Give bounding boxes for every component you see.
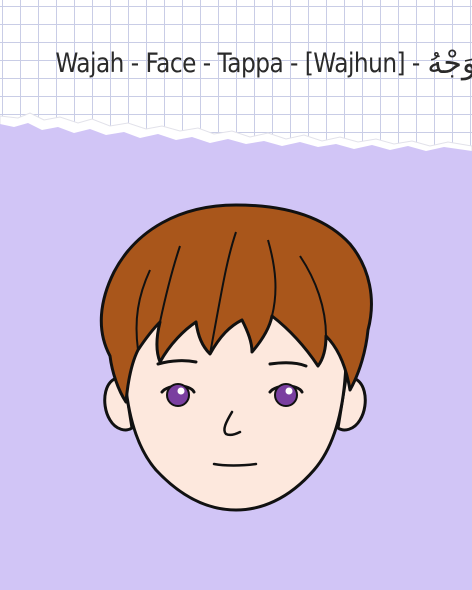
flashcard: Wajah - Face - Tappa - [Wajhun] - وَجْهُ (0, 0, 472, 590)
face-illustration (99, 203, 373, 512)
